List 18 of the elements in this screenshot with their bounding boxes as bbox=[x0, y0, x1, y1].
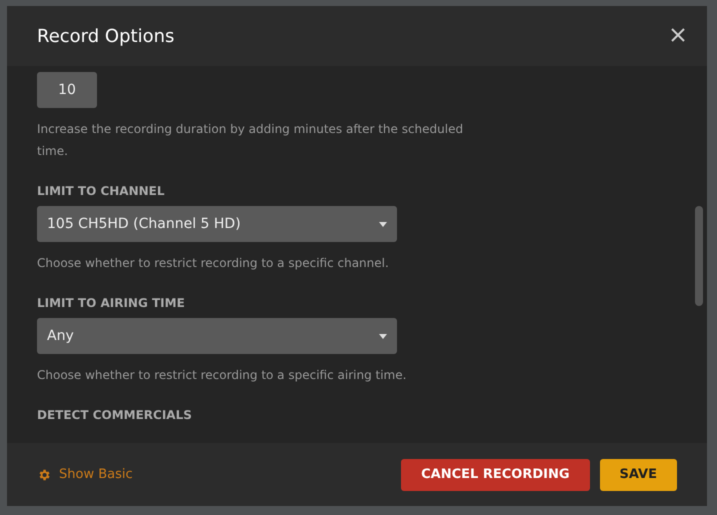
cancel-recording-button[interactable]: CANCEL RECORDING bbox=[401, 458, 590, 490]
help-text: Choose whether to restrict recording to a specific channel. bbox=[37, 255, 390, 272]
help-text: Choose whether to restrict recording to a specific airing time. bbox=[37, 367, 408, 384]
field-label: DETECT COMMERCIALS bbox=[37, 408, 193, 422]
minutes-field[interactable]: 10 bbox=[37, 72, 97, 108]
help-text: Increase the recording duration by adding minutes after the scheduled time. bbox=[37, 121, 464, 160]
dropdown[interactable]: Any bbox=[37, 318, 397, 354]
show-basic-link[interactable]: Show Basic bbox=[37, 467, 133, 482]
gear-icon bbox=[37, 468, 51, 482]
field-label: LIMIT TO AIRING TIME bbox=[37, 296, 186, 310]
dialog-title: Record Options bbox=[37, 26, 174, 46]
caret-icon bbox=[379, 222, 387, 226]
scrollbar-thumb[interactable] bbox=[695, 206, 703, 306]
caret-icon bbox=[379, 334, 387, 338]
field-label: LIMIT TO CHANNEL bbox=[37, 184, 166, 198]
close-icon bbox=[671, 28, 685, 42]
dropdown[interactable]: 105 CH5HD (Channel 5 HD) bbox=[37, 206, 397, 242]
save-button[interactable]: SAVE bbox=[600, 458, 677, 490]
